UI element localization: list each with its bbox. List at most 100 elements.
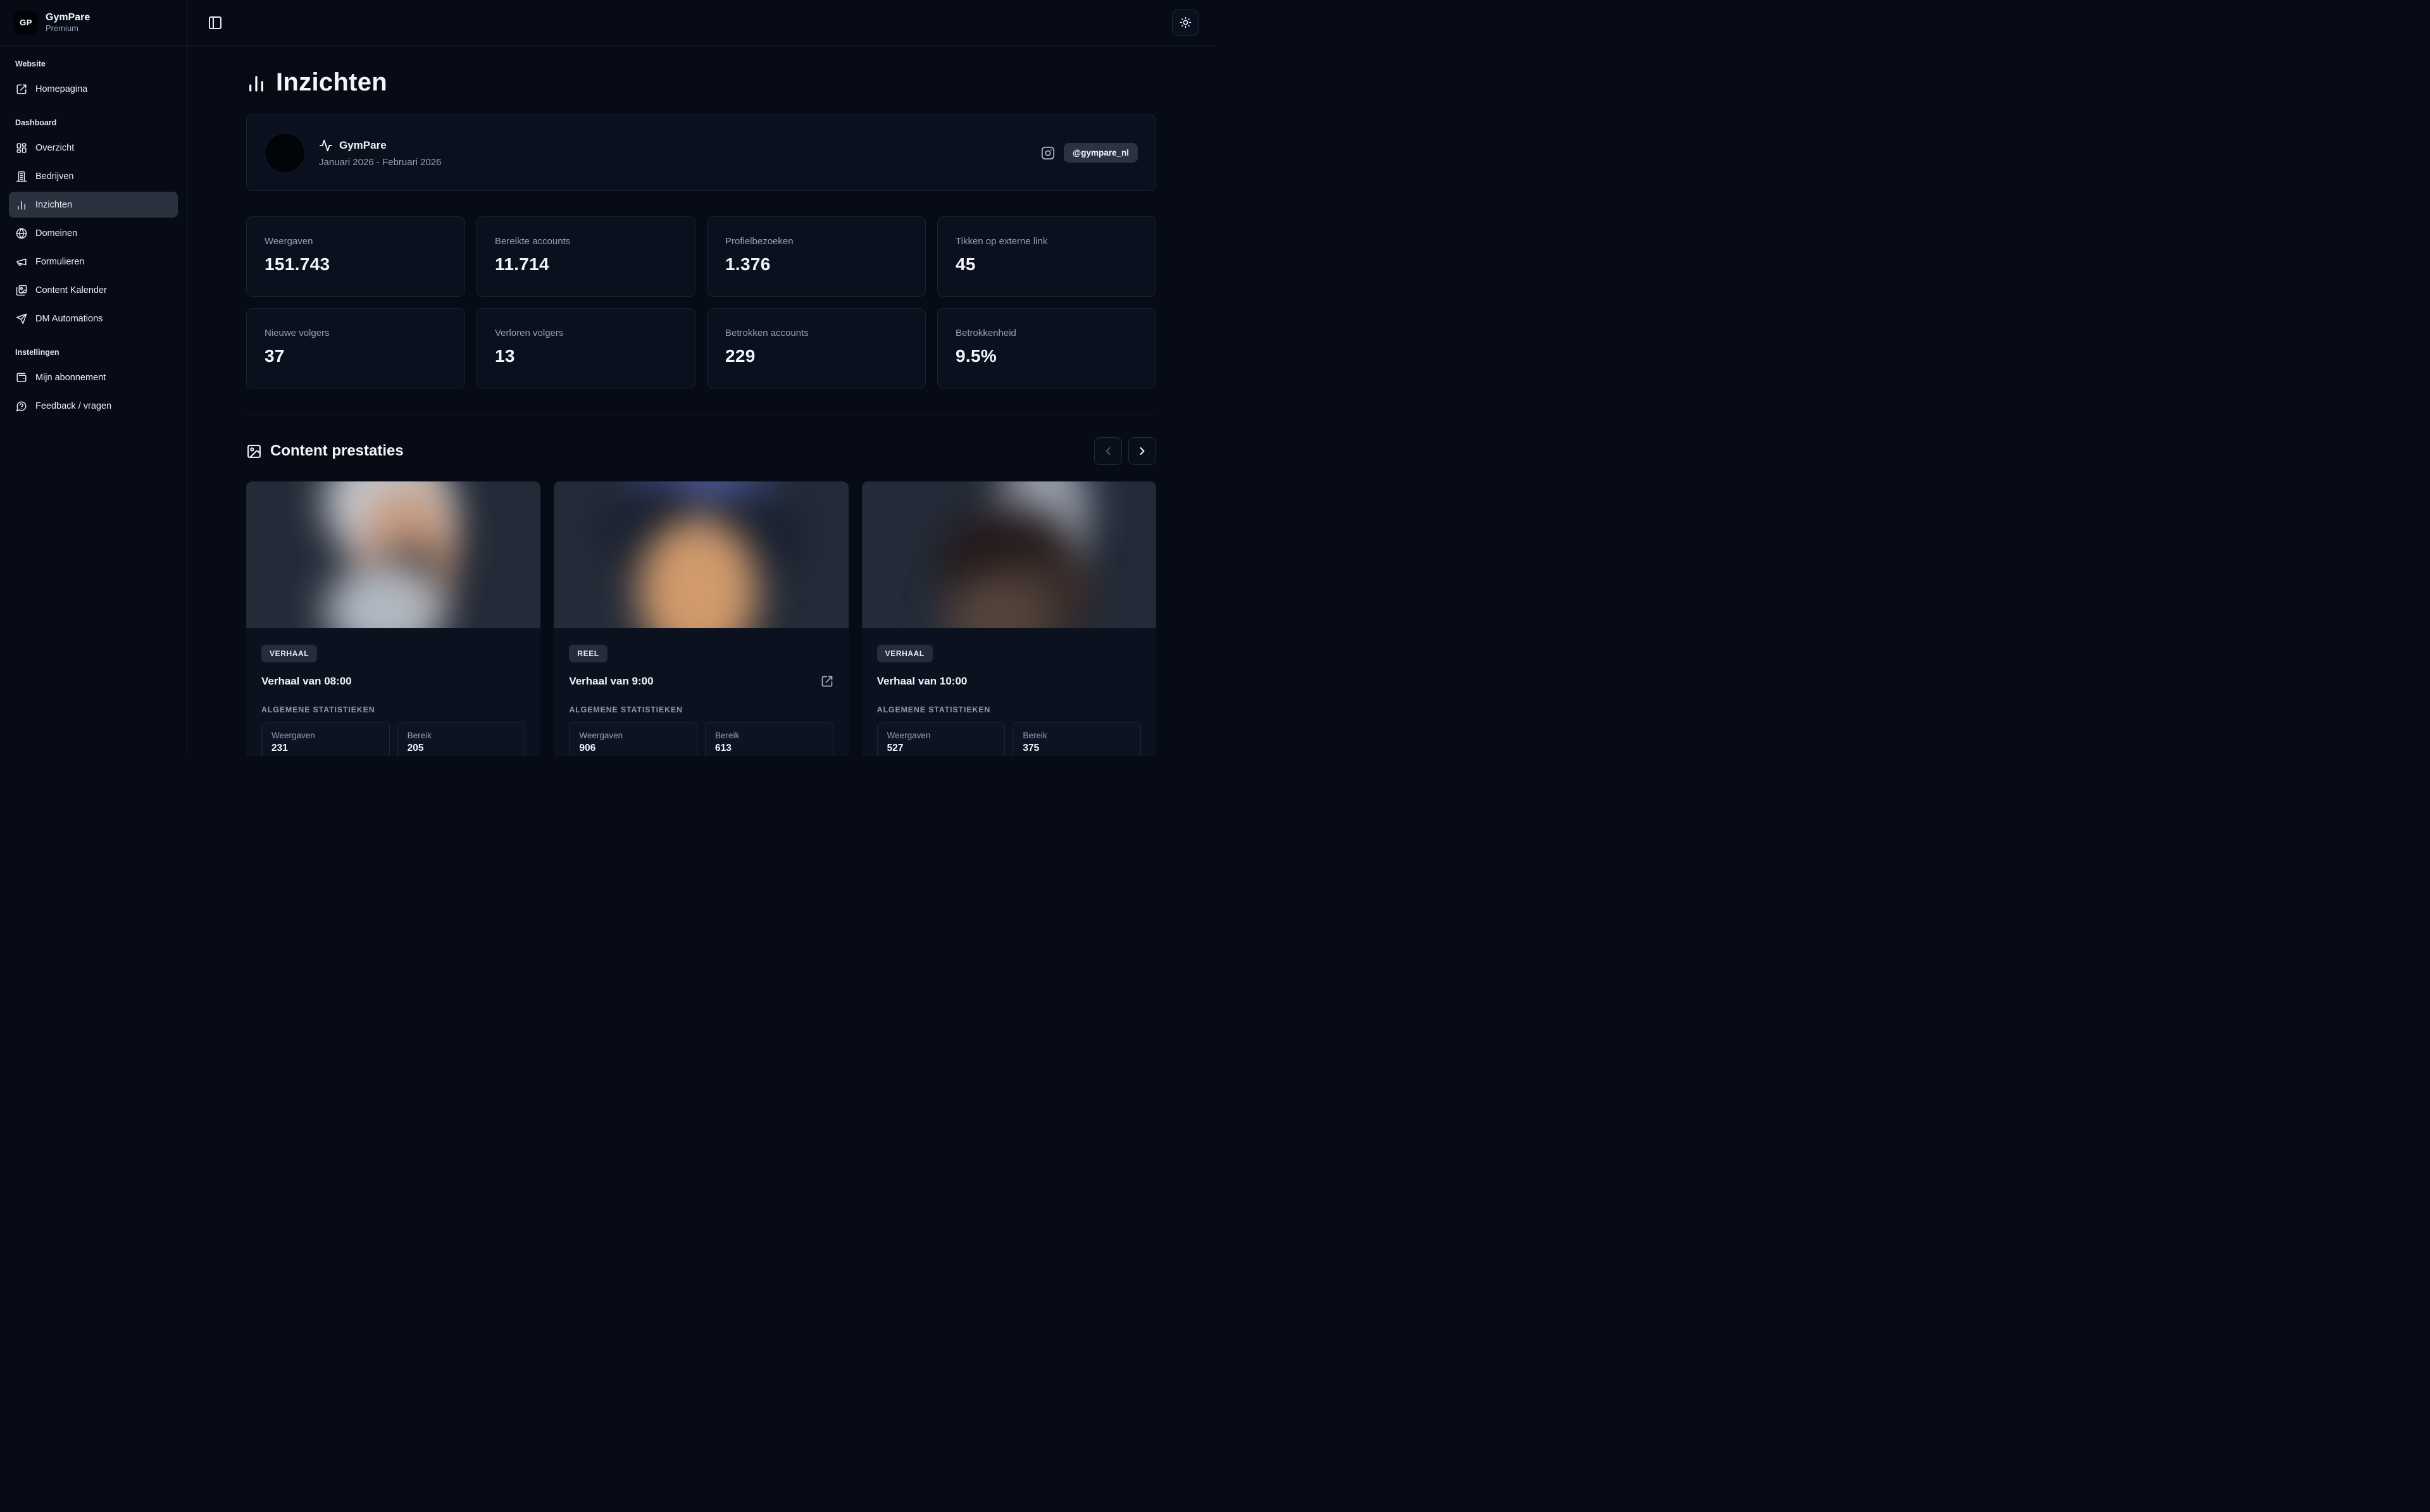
- sidebar-item-label: Domeinen: [35, 228, 77, 239]
- chevron-right-icon: [1136, 445, 1149, 457]
- sidebar-item-label: Formulieren: [35, 257, 84, 267]
- stat-label: Nieuwe volgers: [265, 328, 447, 338]
- story-thumbnail: [862, 481, 1156, 628]
- sidebar-section-instellingen: Instellingen: [9, 348, 178, 357]
- stat-label: Verloren volgers: [495, 328, 677, 338]
- stat-label: Profielbezoeken: [725, 236, 907, 247]
- mini-stat-label: Weergaven: [271, 731, 380, 740]
- brand-name: GymPare: [46, 11, 90, 23]
- top-bar: [187, 0, 1215, 46]
- general-stats-label: ALGEMENE STATISTIEKEN: [877, 705, 1141, 714]
- stat-card-profielbezoeken: Profielbezoeken 1.376: [707, 216, 926, 297]
- stat-value: 37: [265, 346, 447, 366]
- content-cards: VERHAAL Verhaal van 08:00 ALGEMENE STATI…: [246, 481, 1156, 756]
- app-root: GP GymPare Premium Website Homepagina: [0, 0, 1215, 756]
- stat-label: Betrokken accounts: [725, 328, 907, 338]
- sun-icon: [1180, 16, 1192, 28]
- content-card-verhaal-0900[interactable]: REEL Verhaal van 9:00 ALGEMENE STATISTIE…: [554, 481, 848, 756]
- carousel-next-button[interactable]: [1128, 437, 1156, 465]
- theme-toggle-button[interactable]: [1172, 9, 1199, 36]
- sidebar-item-label: Mijn abonnement: [35, 373, 106, 383]
- mini-stat-weergaven: Weergaven 527: [877, 722, 1006, 756]
- mini-stat-bereik: Bereik 375: [1012, 722, 1141, 756]
- stat-value: 229: [725, 346, 907, 366]
- sidebar-item-label: Bedrijven: [35, 171, 73, 182]
- stat-label: Weergaven: [265, 236, 447, 247]
- content-card-verhaal-0800[interactable]: VERHAAL Verhaal van 08:00 ALGEMENE STATI…: [246, 481, 540, 756]
- sidebar-item-label: Content Kalender: [35, 285, 107, 295]
- stat-card-tikken-externe-link: Tikken op externe link 45: [937, 216, 1156, 297]
- general-stats-label: ALGEMENE STATISTIEKEN: [261, 705, 525, 714]
- mini-stat-value: 527: [887, 743, 995, 754]
- mini-stat-label: Bereik: [408, 731, 516, 740]
- instagram-handle-badge[interactable]: @gympare_nl: [1064, 143, 1138, 163]
- content-section-title: Content prestaties: [270, 442, 404, 460]
- stat-value: 1.376: [725, 254, 907, 275]
- sidebar-item-formulieren[interactable]: Formulieren: [9, 249, 178, 275]
- stat-card-nieuwe-volgers: Nieuwe volgers 37: [246, 308, 465, 388]
- sidebar-item-mijn-abonnement[interactable]: Mijn abonnement: [9, 364, 178, 390]
- mini-stat-weergaven: Weergaven 231: [261, 722, 390, 756]
- sidebar: Website Homepagina Dashboard Overzicht: [0, 46, 187, 756]
- external-link-icon: [16, 84, 27, 95]
- content-type-badge: VERHAAL: [877, 645, 933, 662]
- send-icon: [16, 313, 27, 325]
- stat-card-betrokken-accounts: Betrokken accounts 229: [707, 308, 926, 388]
- content-card-title: Verhaal van 08:00: [261, 675, 352, 688]
- sidebar-item-domeinen[interactable]: Domeinen: [9, 220, 178, 246]
- avatar: [265, 133, 305, 173]
- mini-stat-value: 205: [408, 743, 516, 754]
- layout-grid-icon: [16, 142, 27, 154]
- sidebar-item-feedback-vragen[interactable]: Feedback / vragen: [9, 393, 178, 419]
- brand-header: GP GymPare Premium: [0, 0, 187, 46]
- profile-name: GymPare: [339, 139, 387, 152]
- content-card-title: Verhaal van 9:00: [569, 675, 653, 688]
- sidebar-section-dashboard: Dashboard: [9, 118, 178, 127]
- bar-chart-icon: [16, 199, 27, 211]
- mini-stat-bereik: Bereik 613: [705, 722, 833, 756]
- sidebar-item-label: Overzicht: [35, 143, 74, 153]
- wallet-icon: [16, 372, 27, 383]
- sidebar-item-inzichten[interactable]: Inzichten: [9, 192, 178, 218]
- reel-thumbnail: [554, 481, 848, 628]
- images-icon: [16, 285, 27, 296]
- sidebar-item-homepagina[interactable]: Homepagina: [9, 76, 178, 102]
- sidebar-section-website: Website: [9, 59, 178, 68]
- stat-card-verloren-volgers: Verloren volgers 13: [477, 308, 695, 388]
- stat-value: 45: [956, 254, 1138, 275]
- stat-value: 13: [495, 346, 677, 366]
- mini-stat-value: 613: [715, 743, 823, 754]
- content-card-verhaal-1000[interactable]: VERHAAL Verhaal van 10:00 ALGEMENE STATI…: [862, 481, 1156, 756]
- stat-label: Tikken op externe link: [956, 236, 1138, 247]
- sidebar-item-label: DM Automations: [35, 314, 103, 324]
- stat-card-weergaven: Weergaven 151.743: [246, 216, 465, 297]
- sidebar-item-label: Inzichten: [35, 200, 72, 210]
- mini-stat-label: Weergaven: [887, 731, 995, 740]
- stat-card-betrokkenheid: Betrokkenheid 9.5%: [937, 308, 1156, 388]
- story-thumbnail: [246, 481, 540, 628]
- instagram-icon: [1041, 146, 1055, 160]
- stat-label: Betrokkenheid: [956, 328, 1138, 338]
- panel-left-icon: [208, 15, 223, 30]
- page-title: Inzichten: [276, 68, 387, 97]
- stat-card-bereikte-accounts: Bereikte accounts 11.714: [477, 216, 695, 297]
- content-type-badge: REEL: [569, 645, 607, 662]
- mini-stat-label: Weergaven: [579, 731, 687, 740]
- carousel-prev-button[interactable]: [1094, 437, 1122, 465]
- external-link-icon[interactable]: [821, 675, 833, 688]
- brand-plan: Premium: [46, 23, 90, 34]
- mini-stat-label: Bereik: [715, 731, 823, 740]
- sidebar-toggle-button[interactable]: [204, 11, 227, 34]
- sidebar-item-content-kalender[interactable]: Content Kalender: [9, 277, 178, 303]
- general-stats-label: ALGEMENE STATISTIEKEN: [569, 705, 833, 714]
- sidebar-item-overzicht[interactable]: Overzicht: [9, 135, 178, 161]
- sidebar-item-bedrijven[interactable]: Bedrijven: [9, 163, 178, 189]
- mini-stat-weergaven: Weergaven 906: [569, 722, 697, 756]
- chevron-left-icon: [1102, 445, 1114, 457]
- building-icon: [16, 171, 27, 182]
- sidebar-item-dm-automations[interactable]: DM Automations: [9, 306, 178, 332]
- sidebar-item-label: Homepagina: [35, 84, 87, 94]
- mini-stat-value: 375: [1023, 743, 1131, 754]
- globe-icon: [16, 228, 27, 239]
- content-prestaties-section: Content prestaties: [246, 437, 1156, 756]
